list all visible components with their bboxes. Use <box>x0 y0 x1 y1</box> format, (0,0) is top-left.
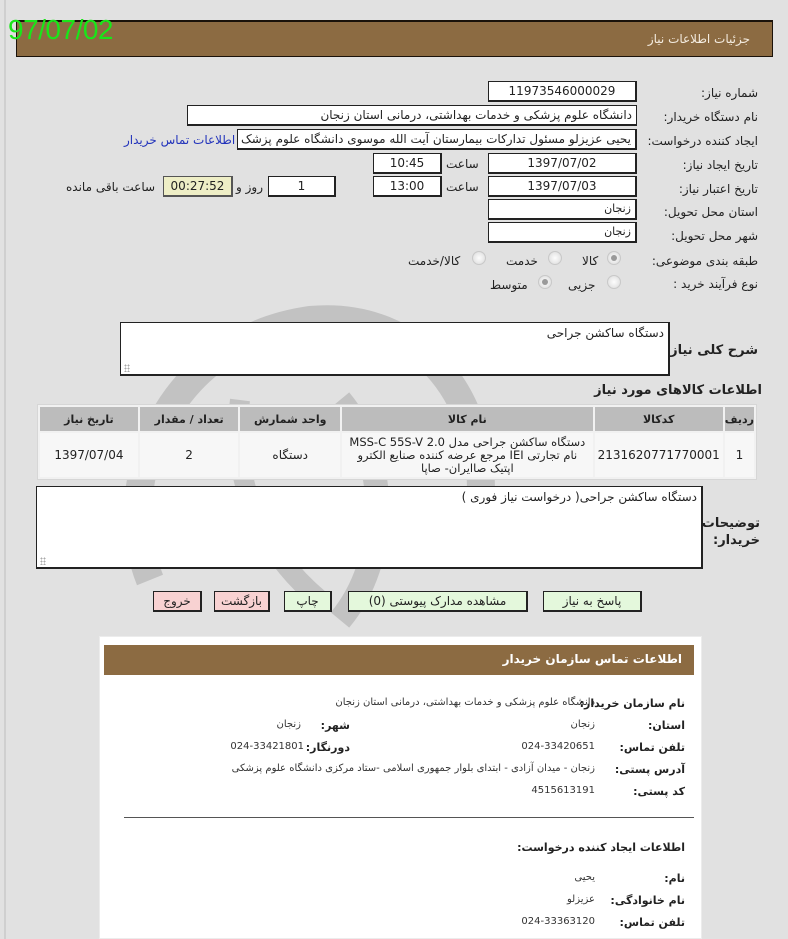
purchase-type-label: نوع فرآیند خرید : <box>673 277 758 291</box>
remaining-days-field[interactable]: 1 <box>268 176 336 197</box>
fax-label: دورنگار: <box>305 741 350 754</box>
address-value: زنجان - میدان آزادی - ابتدای بلوار جمهور… <box>231 763 595 774</box>
purchase-radio-minor[interactable] <box>607 275 621 289</box>
province-label: استان: <box>648 719 685 732</box>
delivery-city-field[interactable]: زنجان <box>488 222 637 243</box>
cell-unit: دستگاه <box>240 433 341 477</box>
cell-code: 2131620771770001 <box>594 433 723 477</box>
created-date-field[interactable]: 1397/07/02 <box>488 153 637 174</box>
items-section-title: اطلاعات کالاهای مورد نیاز <box>594 383 762 398</box>
category-label: طبقه بندی موضوعی: <box>651 254 758 268</box>
resize-grip[interactable] <box>40 557 46 565</box>
buyer-org-field[interactable]: دانشگاه علوم پزشکی و خدمات بهداشتی، درما… <box>187 105 637 126</box>
phone-value: 024-33420651 <box>521 741 595 752</box>
need-number-label: شماره نیاز: <box>701 86 758 100</box>
postal-code-label: کد پستی: <box>633 785 685 798</box>
city-value: زنجان <box>276 719 301 730</box>
items-table: ردیف کدکالا نام کالا واحد شمارش تعداد / … <box>37 404 757 480</box>
col-qty: تعداد / مقدار <box>139 407 239 431</box>
category-radio-goods-service[interactable] <box>472 251 486 265</box>
need-number-field[interactable]: 11973546000029 <box>488 81 637 102</box>
date-stamp: 97/07/02 <box>8 14 114 45</box>
cell-row: 1 <box>724 433 754 477</box>
remaining-time-field: 00:27:52 <box>163 176 233 197</box>
contact-panel-header: اطلاعات تماس سازمان خریدار <box>104 645 694 675</box>
buyer-notes-textarea[interactable]: دستگاه ساکشن جراحی( درخواست نیاز فوری ) <box>36 486 703 569</box>
back-button[interactable]: بازگشت <box>214 591 270 612</box>
respond-button[interactable]: پاسخ به نیاز <box>543 591 642 612</box>
page-header: جزئیات اطلاعات نیاز <box>16 20 773 57</box>
requester-field[interactable]: یحیی عزیزلو مسئول تدارکات بیمارستان آیت … <box>237 129 637 150</box>
col-date: تاریخ نیاز <box>40 407 138 431</box>
valid-time-field[interactable]: 13:00 <box>373 176 442 197</box>
valid-time-label: ساعت <box>446 180 479 194</box>
purchase-option-medium: متوسط <box>490 278 528 292</box>
print-button[interactable]: چاپ <box>284 591 332 612</box>
contact-panel-title: اطلاعات تماس سازمان خریدار <box>502 652 682 666</box>
created-date-label: تاریخ ایجاد نیاز: <box>682 158 758 172</box>
delivery-province-label: استان محل تحویل: <box>663 205 758 219</box>
col-name: نام کالا <box>342 407 593 431</box>
valid-date-field[interactable]: 1397/07/03 <box>488 176 637 197</box>
city-label: شهر: <box>320 719 350 732</box>
postal-code-value: 4515613191 <box>531 785 595 796</box>
attachments-button[interactable]: مشاهده مدارک پیوستی (0) <box>348 591 528 612</box>
valid-date-label: تاریخ اعتبار نیاز: <box>678 182 758 196</box>
category-option-goods: کالا <box>582 254 599 268</box>
org-name-value: دانشگاه علوم پزشکی و خدمات بهداشتی، درما… <box>335 697 595 708</box>
items-table-header: ردیف کدکالا نام کالا واحد شمارش تعداد / … <box>40 407 754 431</box>
last-name-value: عزیزلو <box>567 894 595 905</box>
category-radio-service[interactable] <box>548 251 562 265</box>
left-border <box>4 0 6 939</box>
description-textarea[interactable]: دستگاه ساکشن جراحی <box>120 322 670 376</box>
requester-label: ایجاد کننده درخواست: <box>647 134 758 148</box>
province-value: زنجان <box>570 719 595 730</box>
delivery-province-field[interactable]: زنجان <box>488 199 637 220</box>
buyer-notes-text: دستگاه ساکشن جراحی( درخواست نیاز فوری ) <box>461 490 697 504</box>
first-name-label: نام: <box>664 872 685 885</box>
description-text: دستگاه ساکشن جراحی <box>546 326 664 340</box>
buyer-notes-label: توضیحات خریدار: <box>701 516 760 548</box>
created-time-field[interactable]: 10:45 <box>373 153 442 174</box>
fax-value: 024-33421801 <box>230 741 304 752</box>
exit-button[interactable]: خروج <box>153 591 202 612</box>
days-and-label: روز و <box>236 180 263 194</box>
last-name-label: نام خانوادگی: <box>610 894 685 907</box>
creator-section-title: اطلاعات ایجاد کننده درخواست: <box>517 841 685 854</box>
col-code: کدکالا <box>594 407 723 431</box>
purchase-option-minor: جزیی <box>568 278 596 292</box>
buyer-contact-link[interactable]: اطلاعات تماس خریدار <box>124 133 235 147</box>
cell-date: 1397/07/04 <box>40 433 138 477</box>
table-row: 1 2131620771770001 دستگاه ساکشن جراحی مد… <box>40 433 754 477</box>
buyer-org-label: نام دستگاه خریدار: <box>663 110 759 124</box>
creator-phone-label: تلفن تماس: <box>619 916 685 929</box>
cell-name: دستگاه ساکشن جراحی مدل MSS-C 55S-V 2.0 ن… <box>342 433 593 477</box>
page-title: جزئیات اطلاعات نیاز <box>647 32 750 46</box>
first-name-value: یحیی <box>574 872 595 883</box>
col-row: ردیف <box>724 407 754 431</box>
category-option-goods-service: کالا/خدمت <box>408 254 461 268</box>
phone-label: تلفن تماس: <box>619 741 685 754</box>
description-label: شرح کلی نیاز: <box>664 343 758 358</box>
category-option-service: خدمت <box>506 254 538 268</box>
cell-qty: 2 <box>139 433 239 477</box>
divider <box>124 817 694 818</box>
delivery-city-label: شهر محل تحویل: <box>671 229 758 243</box>
category-radio-goods[interactable] <box>607 251 621 265</box>
resize-grip[interactable] <box>124 364 130 372</box>
remaining-label: ساعت باقی مانده <box>66 180 156 194</box>
purchase-radio-medium[interactable] <box>538 275 552 289</box>
created-time-label: ساعت <box>446 157 479 171</box>
org-name-label: نام سازمان خریدار: <box>579 697 685 710</box>
col-unit: واحد شمارش <box>240 407 341 431</box>
address-label: آدرس پستی: <box>614 763 685 776</box>
creator-phone-value: 024-33363120 <box>521 916 595 927</box>
